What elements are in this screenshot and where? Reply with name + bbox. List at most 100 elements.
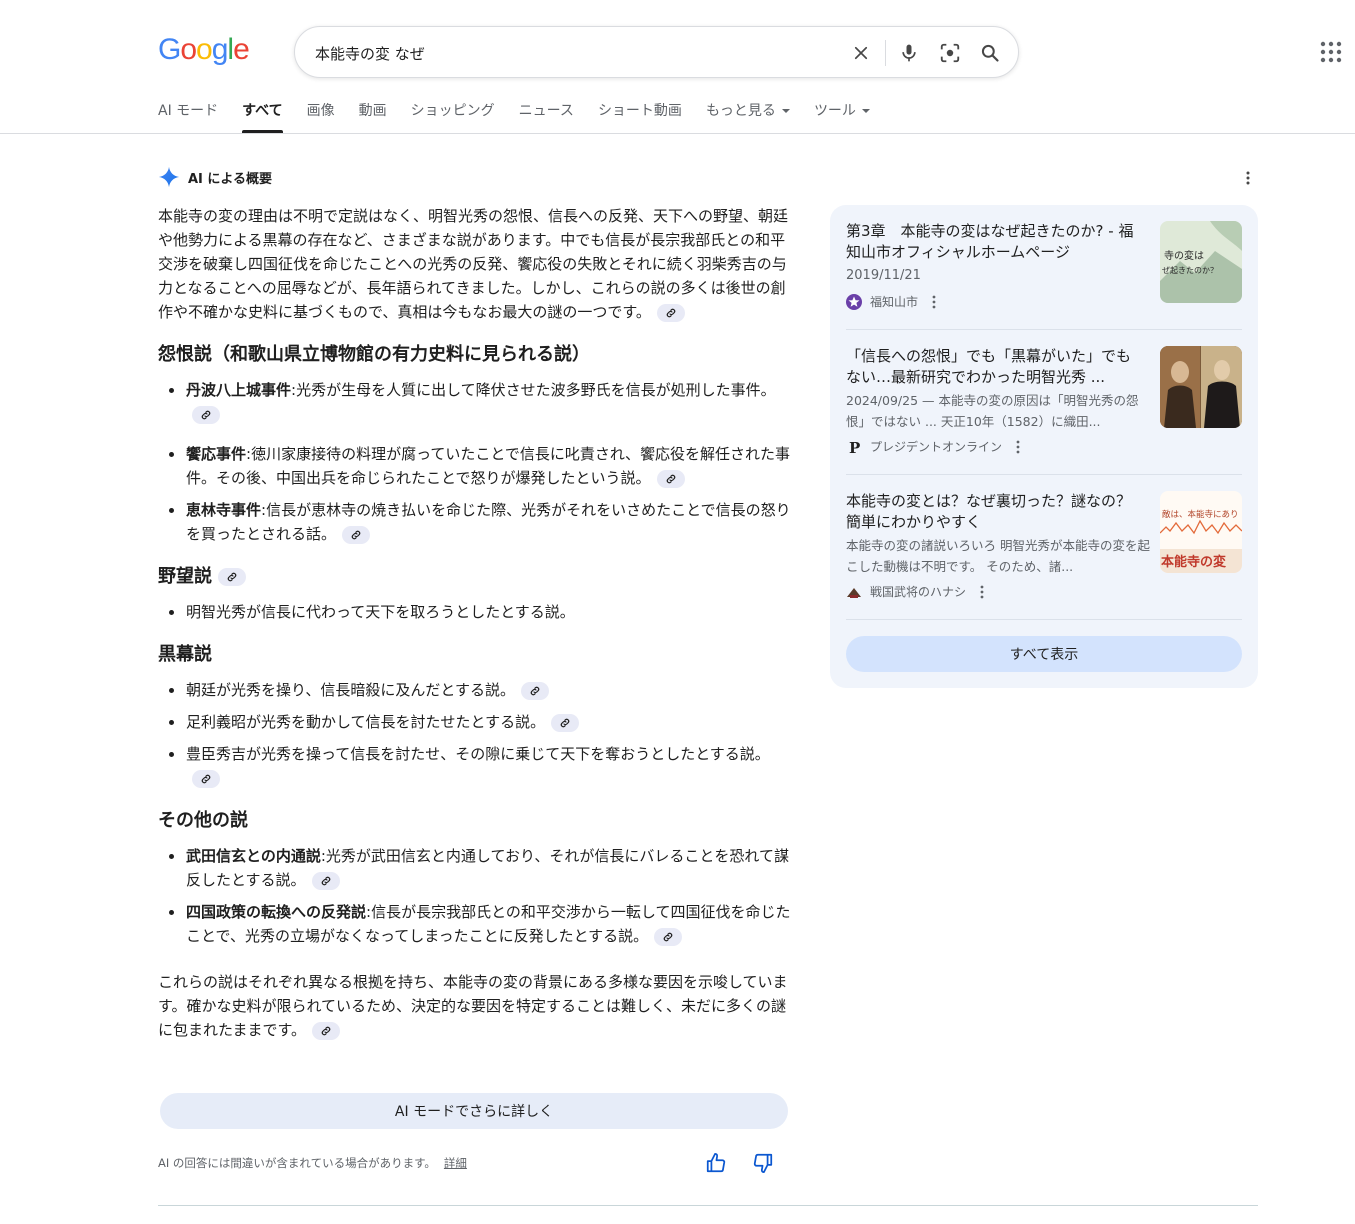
site-favicon-icon: P [846, 439, 862, 455]
source-thumbnail[interactable] [1160, 346, 1242, 428]
source-title[interactable]: 本能寺の変とは？なぜ裏切った？謎なの？簡単にわかりやすく [846, 491, 1136, 533]
tab-tools[interactable]: ツール [814, 100, 870, 133]
tab-ai-mode[interactable]: AI モード [158, 100, 218, 133]
source-more-icon[interactable] [928, 294, 940, 310]
tab-all[interactable]: すべて [242, 100, 284, 133]
list-item-text: :信長が恵林寺の焼き払いを命じた際、光秀がそれをいさめたことで信長の怒りを買った… [186, 501, 791, 543]
citation-link-icon[interactable] [654, 927, 683, 946]
svg-text:P: P [849, 439, 860, 455]
ai-overview-body: 本能寺の変の理由は不明で定説はなく、明智光秀の怨恨、信長への反発、天下への野望、… [158, 204, 792, 1056]
chevron-down-icon [781, 109, 790, 113]
ai-disclaimer: AI の回答には間違いが含まれている場合があります。 詳細 [158, 1155, 467, 1171]
source-site: 戦国武将のハナシ [846, 583, 988, 600]
list-item-text: 明智光秀が信長に代わって天下を取ろうとしたとする説。 [186, 603, 575, 621]
clear-icon[interactable] [849, 41, 873, 65]
source-title[interactable]: 第3章 本能寺の変はなぜ起きたのか? - 福知山市オフィシャルホームページ [846, 221, 1136, 263]
camera-lens-icon[interactable] [938, 41, 962, 65]
source-title[interactable]: 「信長への怨恨」でも「黒幕がいた」でもない…最新研究でわかった明智光秀 ... [846, 346, 1136, 388]
apps-grid-icon[interactable] [1320, 41, 1342, 63]
list-item-bold: 饗応事件 [186, 445, 247, 463]
google-logo[interactable]: Google [158, 33, 250, 67]
site-favicon-icon [846, 584, 862, 600]
list-item-bold: 丹波八上城事件 [186, 381, 292, 399]
section-heading: 野望説 [158, 564, 792, 590]
citation-link-icon[interactable] [192, 405, 220, 424]
search-divider [885, 40, 886, 66]
ai-conclusion-text: これらの説はそれぞれ異なる根拠を持ち、本能寺の変の背景にある多様な要因を示唆して… [158, 973, 788, 1039]
source-more-icon[interactable] [976, 584, 988, 600]
show-all-button[interactable]: すべて表示 [846, 636, 1242, 672]
citation-link-icon[interactable] [312, 1021, 341, 1040]
list-item: 饗応事件:徳川家康接待の料理が腐っていたことで信長に叱責され、饗応役を解任された… [158, 442, 792, 490]
ai-intro-text: 本能寺の変の理由は不明で定説はなく、明智光秀の怨恨、信長への反発、天下への野望、… [158, 207, 789, 321]
source-site-name: プレジデントオンライン [870, 440, 1003, 454]
list-item: 恵林寺事件:信長が恵林寺の焼き払いを命じた際、光秀がそれをいさめたことで信長の怒… [158, 498, 792, 546]
search-tabs: AI モード すべて 画像 動画 ショッピング ニュース ショート動画 もっと見… [158, 100, 894, 134]
section-list: 丹波八上城事件:光秀が生母を人質に出して降伏させた波多野氏を信長が処刑した事件。… [158, 378, 792, 546]
section-heading: その他の説 [158, 810, 248, 831]
source-card[interactable]: 「信長への怨恨」でも「黒幕がいた」でもない…最新研究でわかった明智光秀 ... … [846, 346, 1242, 456]
tab-shopping[interactable]: ショッピング [411, 100, 495, 133]
details-link[interactable]: 詳細 [444, 1156, 467, 1170]
more-options-icon[interactable] [1240, 170, 1256, 186]
disclaimer-text: AI の回答には間違いが含まれている場合があります。 [158, 1156, 436, 1170]
source-divider [846, 619, 1242, 620]
list-item-text: :徳川家康接待の料理が腐っていたことで信長に叱責され、饗応役を解任された事件。そ… [186, 445, 791, 487]
tab-news[interactable]: ニュース [519, 100, 574, 133]
section-heading: 黒幕説 [158, 644, 212, 665]
source-site-name: 福知山市 [870, 295, 919, 309]
list-item-text: 朝廷が光秀を操り、信長暗殺に及んだとする説。 [186, 681, 515, 699]
list-item-bold: 恵林寺事件 [186, 501, 262, 519]
source-card[interactable]: 本能寺の変とは？なぜ裏切った？謎なの？簡単にわかりやすく 本能寺の変の諸説いろい… [846, 491, 1242, 601]
source-divider [846, 329, 1242, 330]
source-site: 福知山市 [846, 293, 940, 310]
list-item: 四国政策の転換への反発説:信長が長宗我部氏との和平交渉から一転して四国征伐を命じ… [158, 900, 792, 948]
source-date: 2019/11/21 [846, 268, 921, 283]
thumbs-down-icon[interactable] [752, 1152, 774, 1174]
citation-link-icon[interactable] [520, 681, 549, 700]
thumbnail-text-1: 敵は、本能寺にあり [1162, 509, 1239, 520]
search-input[interactable] [315, 40, 835, 66]
list-item-text: 足利義昭が光秀を動かして信長を討たせたとする説。 [186, 713, 546, 731]
section-heading: 怨恨説（和歌山県立博物館の有力史料に見られる説） [158, 344, 590, 365]
ai-conclusion-paragraph: これらの説はそれぞれ異なる根拠を持ち、本能寺の変の背景にある多様な要因を示唆して… [158, 970, 792, 1042]
header-divider [0, 133, 1355, 134]
citation-link-icon[interactable] [218, 568, 246, 586]
tab-short-videos[interactable]: ショート動画 [598, 100, 682, 133]
search-box [294, 26, 1019, 78]
thumbnail-text-1: 寺の変は [1164, 249, 1204, 262]
citation-link-icon[interactable] [656, 303, 685, 322]
chevron-down-icon [861, 109, 870, 113]
citation-link-icon[interactable] [311, 871, 340, 890]
citation-link-icon[interactable] [342, 525, 371, 544]
citation-link-icon[interactable] [551, 713, 580, 732]
search-icon[interactable] [978, 41, 1002, 65]
ai-mode-more-button[interactable]: AI モードでさらに詳しく [160, 1093, 788, 1129]
list-item: 明智光秀が信長に代わって天下を取ろうとしたとする説。 [158, 600, 792, 624]
source-site: P プレジデントオンライン [846, 438, 1024, 455]
list-item: 武田信玄との内通説:光秀が武田信玄と内通しており、それが信長にバレることを恐れて… [158, 844, 792, 892]
source-more-icon[interactable] [1012, 439, 1024, 455]
source-site-name: 戦国武将のハナシ [870, 585, 967, 599]
section-divider [158, 1205, 1258, 1206]
tab-more[interactable]: もっと見る [706, 100, 790, 133]
source-thumbnail[interactable]: 寺の変は ぜ起きたのか？ [1160, 221, 1242, 303]
thumbs-up-icon[interactable] [705, 1152, 727, 1174]
tab-images[interactable]: 画像 [307, 100, 335, 133]
tab-tools-label: ツール [813, 103, 856, 119]
list-item: 朝廷が光秀を操り、信長暗殺に及んだとする説。 [158, 678, 792, 702]
site-favicon-icon [846, 293, 862, 310]
citation-link-icon[interactable] [656, 469, 685, 488]
citation-link-icon[interactable] [192, 769, 220, 788]
source-thumbnail[interactable]: 敵は、本能寺にあり 本能寺の変 [1160, 491, 1242, 573]
tab-videos[interactable]: 動画 [359, 100, 387, 133]
source-snippet: 本能寺の変の諸説いろいろ 明智光秀が本能寺の変を起こした動機は不明です。 そのた… [846, 538, 1150, 574]
list-item: 丹波八上城事件:光秀が生母を人質に出して降伏させた波多野氏を信長が処刑した事件。 [158, 378, 792, 426]
section-heading-text: 野望説 [158, 566, 212, 587]
source-card[interactable]: 第3章 本能寺の変はなぜ起きたのか? - 福知山市オフィシャルホームページ 20… [846, 221, 1242, 317]
source-divider [846, 474, 1242, 475]
microphone-icon[interactable] [897, 41, 921, 65]
tab-more-label: もっと見る [705, 103, 776, 119]
thumbnail-text-2: ぜ起きたのか？ [1162, 266, 1218, 275]
ai-overview-title: AI による概要 [188, 171, 273, 187]
